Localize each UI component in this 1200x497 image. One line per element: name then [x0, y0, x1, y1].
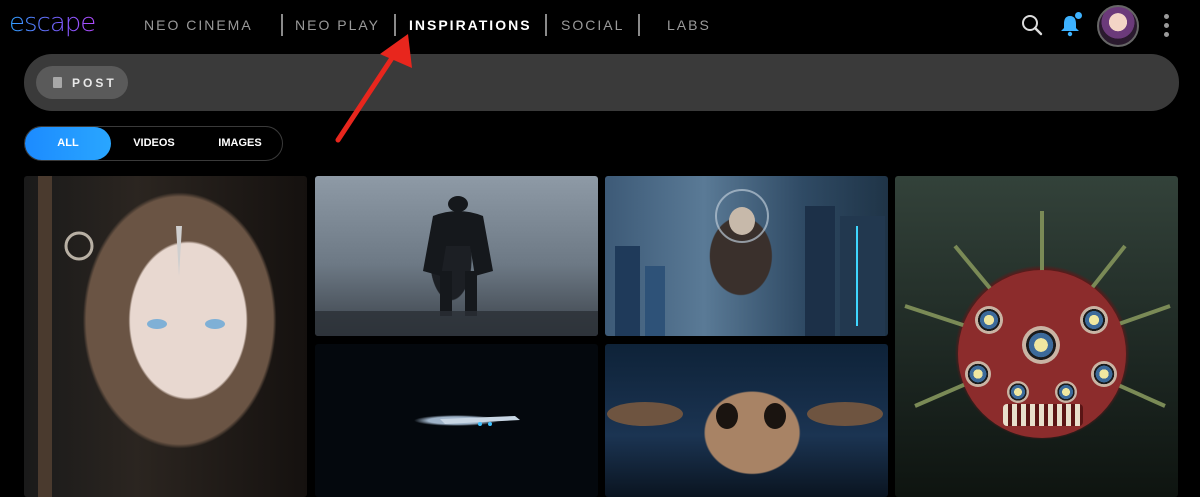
notification-dot	[1075, 12, 1082, 19]
nav-inspirations[interactable]: INSPIRATIONS	[409, 17, 532, 33]
tab-videos[interactable]: VIDEOS	[111, 127, 197, 160]
gallery-item-alien[interactable]	[605, 344, 888, 497]
gallery-item-fog-creature[interactable]	[315, 176, 598, 336]
nav-divider	[545, 14, 547, 36]
nav-divider	[281, 14, 283, 36]
post-button-label: POST	[72, 76, 117, 90]
post-bar[interactable]: POST	[24, 54, 1179, 111]
gallery-item-spaceship[interactable]	[315, 344, 598, 497]
annotation-arrow	[335, 34, 412, 143]
logo[interactable]: escape	[9, 8, 96, 38]
avatar[interactable]	[1097, 5, 1139, 47]
bell-icon[interactable]	[1058, 12, 1082, 38]
document-icon	[53, 77, 62, 88]
gallery-item-warrior[interactable]	[24, 176, 307, 497]
nav-divider	[638, 14, 640, 36]
post-button[interactable]: POST	[36, 66, 128, 99]
tab-all[interactable]: ALL	[25, 127, 111, 160]
media-filter-tabs: ALL VIDEOS IMAGES	[24, 126, 283, 161]
nav-neo-cinema[interactable]: NEO CINEMA	[144, 17, 253, 33]
gallery-item-eye-monster[interactable]	[895, 176, 1178, 497]
gallery-item-city-creature[interactable]	[605, 176, 888, 336]
tab-images[interactable]: IMAGES	[197, 127, 283, 160]
nav-labs[interactable]: LABS	[667, 17, 711, 33]
more-vertical-icon[interactable]	[1164, 14, 1170, 38]
search-icon[interactable]	[1020, 12, 1044, 38]
top-nav: escape NEO CINEMA NEO PLAY INSPIRATIONS …	[0, 0, 1200, 52]
nav-social[interactable]: SOCIAL	[561, 17, 624, 33]
